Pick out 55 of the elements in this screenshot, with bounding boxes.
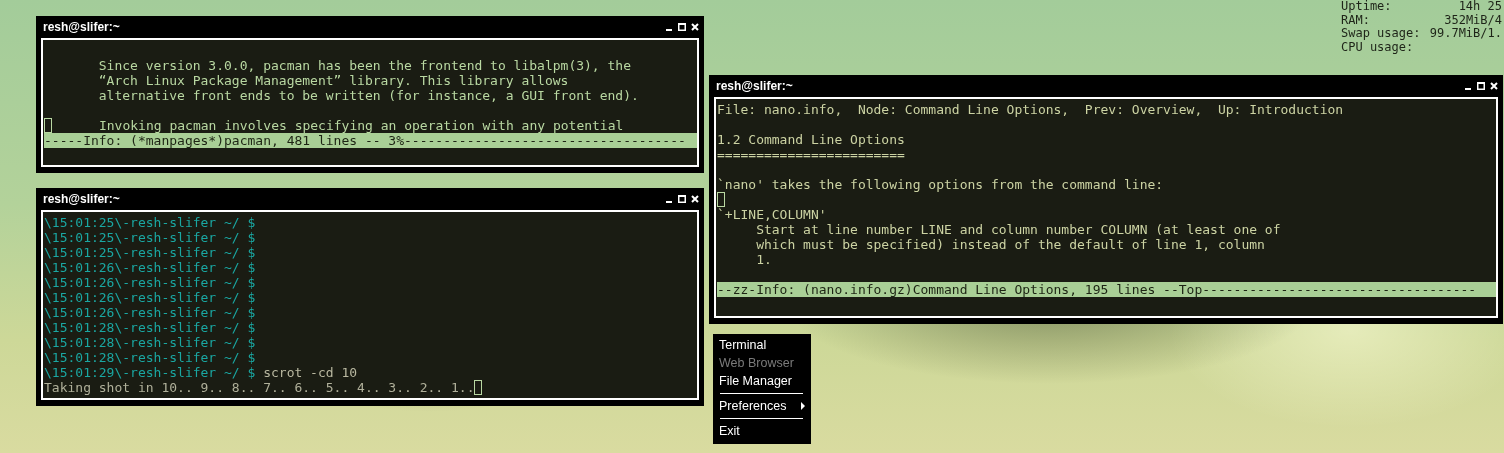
stat-value: 14h 25 bbox=[1457, 0, 1502, 14]
terminal-line: `nano' takes the following options from the command line: bbox=[717, 177, 1164, 192]
submenu-arrow-icon bbox=[801, 402, 805, 410]
maximize-icon[interactable] bbox=[1477, 82, 1485, 90]
shell-prompt: \15:01:26\-resh-slifer ~/ $ bbox=[44, 305, 256, 320]
menu-item[interactable]: File Manager bbox=[719, 372, 805, 390]
stat-label: CPU usage: bbox=[1341, 40, 1414, 54]
shell-prompt: \15:01:29\-resh-slifer ~/ $ bbox=[44, 365, 256, 380]
window-title: resh@slifer:~ bbox=[43, 20, 120, 34]
terminal-line: 1. bbox=[755, 252, 772, 267]
shell-prompt: \15:01:26\-resh-slifer ~/ $ bbox=[44, 260, 256, 275]
window-title: resh@slifer:~ bbox=[43, 192, 120, 206]
terminal-line: which must be specified) instead of the default of line 1, column bbox=[755, 237, 1265, 252]
stat-label: Uptime: bbox=[1341, 0, 1393, 14]
shell-prompt: \15:01:28\-resh-slifer ~/ $ bbox=[44, 335, 256, 350]
terminal-output: Taking shot in 10.. 9.. 8.. 7.. 6.. 5.. 4.. 3.. 2.. 1.. bbox=[44, 380, 475, 395]
shell-prompt: \15:01:25\-resh-slifer ~/ $ bbox=[44, 245, 256, 260]
text-cursor bbox=[717, 192, 725, 207]
stat-value: 99.7MiB/1. bbox=[1428, 27, 1502, 41]
stat-label: RAM: bbox=[1341, 13, 1370, 27]
shell-prompt: \15:01:25\-resh-slifer ~/ $ bbox=[44, 230, 256, 245]
title-bar[interactable]: resh@slifer:~ bbox=[714, 75, 1498, 97]
text-cursor bbox=[474, 380, 483, 395]
close-icon[interactable] bbox=[691, 195, 699, 203]
terminal-line: Since version 3.0.0, pacman has been the frontend to libalpm(3), the bbox=[97, 58, 631, 73]
stat-value: 352MiB/4 bbox=[1443, 13, 1502, 27]
stat-label: Swap usage: bbox=[1341, 27, 1421, 41]
terminal-area[interactable] bbox=[41, 38, 699, 167]
terminal-line: 1.2 Command Line Options bbox=[717, 132, 905, 147]
terminal-line: File: nano.info, Node: Command Line Options, Prev: Overview, Up: Introduction bbox=[717, 102, 1344, 117]
maximize-icon[interactable] bbox=[678, 195, 686, 203]
shell-prompt: \15:01:26\-resh-slifer ~/ $ bbox=[44, 275, 256, 290]
close-icon[interactable] bbox=[691, 23, 699, 31]
menu-item[interactable]: Terminal bbox=[719, 336, 805, 354]
terminal-area[interactable] bbox=[714, 97, 1498, 318]
menu-item[interactable]: Exit bbox=[719, 422, 805, 440]
terminal-line: `+LINE,COLUMN' bbox=[717, 207, 827, 222]
terminal-line: Invoking pacman involves specifying an operation with any potential bbox=[97, 118, 624, 133]
terminal-line: alternative front ends to be written (for instance, a GUI front end). bbox=[97, 88, 639, 103]
shell-prompt: \15:01:25\-resh-slifer ~/ $ bbox=[44, 215, 256, 230]
shell-prompt: \15:01:26\-resh-slifer ~/ $ bbox=[44, 290, 256, 305]
maximize-icon[interactable] bbox=[678, 23, 686, 31]
shell-prompt: \15:01:28\-resh-slifer ~/ $ bbox=[44, 320, 256, 335]
title-bar[interactable]: resh@slifer:~ bbox=[41, 188, 699, 210]
terminal-line: ======================== bbox=[717, 147, 905, 162]
menu-item[interactable]: Preferences bbox=[719, 397, 805, 415]
close-icon[interactable] bbox=[1490, 82, 1498, 90]
shell-prompt: \15:01:28\-resh-slifer ~/ $ bbox=[44, 350, 256, 365]
terminal-line: Start at line number LINE and column number COLUMN (at least one of bbox=[755, 222, 1281, 237]
window-title: resh@slifer:~ bbox=[716, 79, 793, 93]
text-cursor bbox=[44, 118, 52, 133]
terminal-line: “Arch Linux Package Management” library. This library allows bbox=[97, 73, 569, 88]
title-bar[interactable]: resh@slifer:~ bbox=[41, 16, 699, 38]
shell-command: scrot -cd 10 bbox=[262, 365, 358, 380]
terminal-area[interactable] bbox=[41, 210, 699, 400]
